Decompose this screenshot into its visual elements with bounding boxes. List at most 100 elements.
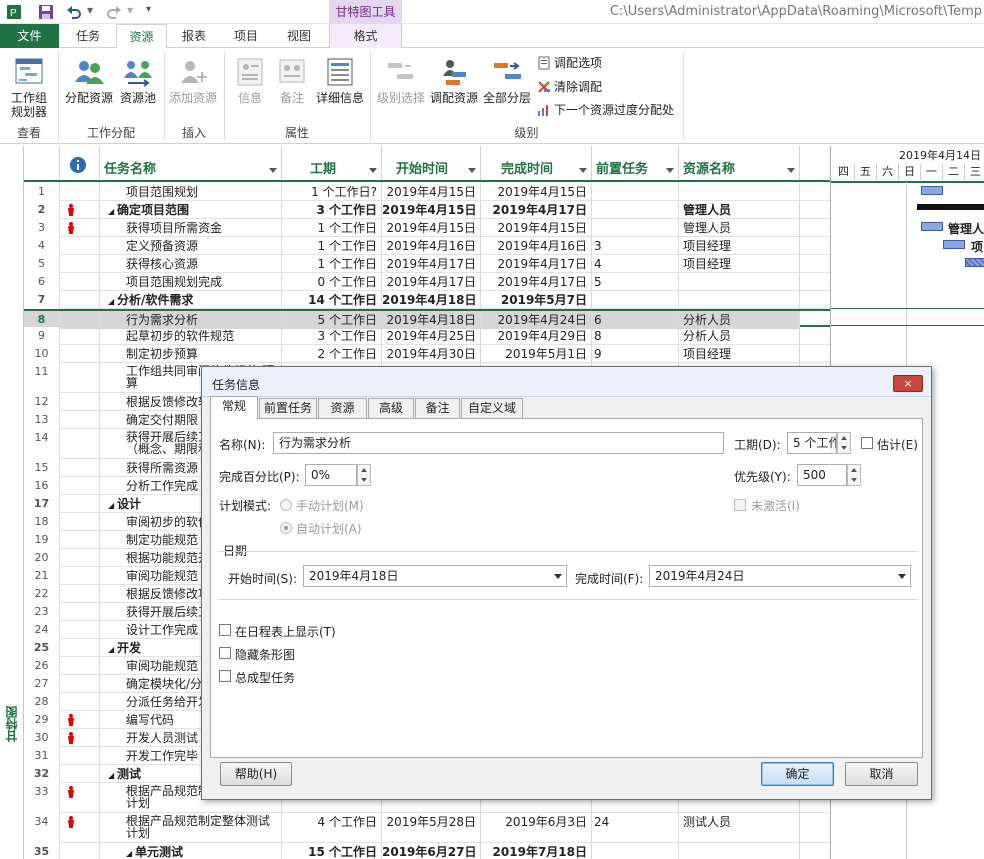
hide-bar-checkbox[interactable]	[219, 647, 231, 659]
cell-finish[interactable]: 2019年6月3日	[481, 813, 592, 843]
gantt-summary-bar[interactable]	[917, 204, 984, 210]
col-predecessors[interactable]: 前置任务	[592, 146, 679, 180]
cell-start[interactable]: 2019年4月25日	[382, 327, 481, 345]
cell-name[interactable]: 定义预备资源	[100, 237, 282, 255]
cell-dur[interactable]: 1 个工作日	[282, 255, 382, 273]
cell-id[interactable]: 6	[24, 273, 60, 291]
redo-icon[interactable]	[106, 4, 122, 20]
tab-format[interactable]: 格式	[329, 24, 402, 48]
cell-start[interactable]: 2019年4月30日	[382, 345, 481, 363]
cell-dur[interactable]: 2 个工作日	[282, 345, 382, 363]
details-button[interactable]: 详细信息	[313, 56, 367, 105]
notes-button[interactable]: 备注	[272, 56, 312, 105]
filter-dropdown-icon[interactable]	[369, 168, 377, 173]
table-row[interactable]: 5 获得核心资源 1 个工作日 2019年4月17日 2019年4月17日 4 项目经理	[24, 255, 830, 273]
tab-predecessors[interactable]: 前置任务	[259, 398, 317, 418]
collapse-triangle-icon[interactable]: ◢	[108, 501, 117, 510]
cell-name[interactable]: ◢ 确定项目范围	[100, 201, 282, 219]
team-planner-button[interactable]: 工作组 规划器	[2, 56, 56, 119]
cell-res[interactable]	[679, 291, 800, 309]
tab-general[interactable]: 常规	[210, 396, 258, 419]
cell-id[interactable]: 7	[24, 291, 60, 309]
cell-res[interactable]	[679, 843, 800, 859]
start-date-field[interactable]: 2019年4月18日	[303, 565, 567, 587]
cell-pred[interactable]: 24	[592, 813, 679, 843]
show-on-timeline-checkbox[interactable]	[219, 624, 231, 636]
finish-date-field[interactable]: 2019年4月24日	[649, 565, 911, 587]
cell-dur[interactable]: 1 个工作日?	[282, 183, 382, 201]
cell-dur[interactable]: 0 个工作日	[282, 273, 382, 291]
cell-dur[interactable]: 4 个工作日	[282, 813, 382, 843]
tab-resources[interactable]: 资源	[318, 398, 367, 418]
cell-res[interactable]	[679, 183, 800, 201]
tab-resource[interactable]: 资源	[116, 24, 167, 49]
cell-dur[interactable]: 3 个工作日	[282, 201, 382, 219]
cell-start[interactable]: 2019年4月18日	[382, 291, 481, 309]
cell-start[interactable]: 2019年4月15日	[382, 183, 481, 201]
cell-id[interactable]: 22	[24, 585, 60, 603]
duration-spinner[interactable]	[837, 432, 851, 454]
cell-start[interactable]: 2019年4月17日	[382, 255, 481, 273]
estimated-checkbox[interactable]	[861, 437, 873, 449]
filter-dropdown-icon[interactable]	[269, 168, 277, 173]
cell-id[interactable]: 20	[24, 549, 60, 567]
customize-toolbar-icon[interactable]: ▾	[146, 4, 151, 15]
auto-schedule-radio[interactable]	[280, 522, 292, 534]
cell-start[interactable]: 2019年6月27日	[382, 843, 481, 859]
cell-res[interactable]: 项目经理	[679, 237, 800, 255]
cell-finish[interactable]: 2019年5月7日	[481, 291, 592, 309]
undo-icon[interactable]	[66, 4, 82, 20]
cell-id[interactable]: 2	[24, 201, 60, 219]
table-row[interactable]: 35 ◢ 单元测试 15 个工作日 2019年6月27日 2019年7月18日	[24, 843, 830, 859]
leveling-options-button[interactable]: 调配选项	[537, 54, 602, 72]
filter-dropdown-icon[interactable]	[666, 168, 674, 173]
cell-dur[interactable]: 14 个工作日	[282, 291, 382, 309]
assign-resources-button[interactable]: 分配资源	[62, 56, 116, 105]
tab-notes[interactable]: 备注	[415, 398, 460, 418]
save-icon[interactable]	[38, 4, 54, 20]
cell-id[interactable]: 29	[24, 711, 60, 729]
cell-finish[interactable]: 2019年4月17日	[481, 201, 592, 219]
cell-id[interactable]: 28	[24, 693, 60, 711]
ok-button[interactable]: 确定	[761, 762, 834, 786]
cell-pred[interactable]	[592, 201, 679, 219]
cell-name[interactable]: 制定初步预算	[100, 345, 282, 363]
tab-file[interactable]: 文件	[0, 24, 59, 48]
tab-custom-fields[interactable]: 自定义域	[461, 398, 523, 418]
cell-res[interactable]	[679, 273, 800, 291]
cell-finish[interactable]: 2019年4月16日	[481, 237, 592, 255]
gantt-bar[interactable]	[943, 240, 965, 249]
priority-field[interactable]: 500	[797, 464, 847, 486]
filter-dropdown-icon[interactable]	[579, 168, 587, 173]
table-row[interactable]: 2 ◢ 确定项目范围 3 个工作日 2019年4月15日 2019年4月17日 管理人员	[24, 201, 830, 219]
cell-id[interactable]: 3	[24, 219, 60, 237]
cell-pred[interactable]: 4	[592, 255, 679, 273]
cell-dur[interactable]: 15 个工作日	[282, 843, 382, 859]
cell-res[interactable]: 分析人员	[679, 327, 800, 345]
cell-id[interactable]: 19	[24, 531, 60, 549]
cell-finish[interactable]: 2019年7月18日	[481, 843, 592, 859]
cell-dur[interactable]: 1 个工作日	[282, 237, 382, 255]
table-row[interactable]: 10 制定初步预算 2 个工作日 2019年4月30日 2019年5月1日 9 项目经理	[24, 345, 830, 363]
cell-finish[interactable]: 2019年4月15日	[481, 219, 592, 237]
cell-id[interactable]: 33	[24, 783, 60, 813]
cell-id[interactable]: 24	[24, 621, 60, 639]
cell-id[interactable]: 23	[24, 603, 60, 621]
cell-name[interactable]: ◢ 分析/软件需求	[100, 291, 282, 309]
cell-res[interactable]: 管理人员	[679, 201, 800, 219]
cell-name[interactable]: 项目范围规划	[100, 183, 282, 201]
cell-start[interactable]: 2019年5月28日	[382, 813, 481, 843]
add-resource-button[interactable]: 添加资源	[166, 56, 220, 105]
cell-pred[interactable]: 5	[592, 273, 679, 291]
cell-id[interactable]: 10	[24, 345, 60, 363]
cancel-button[interactable]: 取消	[845, 762, 918, 786]
cell-id[interactable]: 4	[24, 237, 60, 255]
cell-pred[interactable]	[592, 291, 679, 309]
cell-res[interactable]: 管理人员	[679, 219, 800, 237]
cell-finish[interactable]: 2019年4月17日	[481, 273, 592, 291]
collapse-triangle-icon[interactable]: ◢	[108, 297, 117, 306]
table-row[interactable]: 1 项目范围规划 1 个工作日? 2019年4月15日 2019年4月15日	[24, 183, 830, 201]
tab-view[interactable]: 视图	[275, 24, 323, 48]
cell-id[interactable]: 9	[24, 327, 60, 345]
cell-dur[interactable]: 1 个工作日	[282, 219, 382, 237]
